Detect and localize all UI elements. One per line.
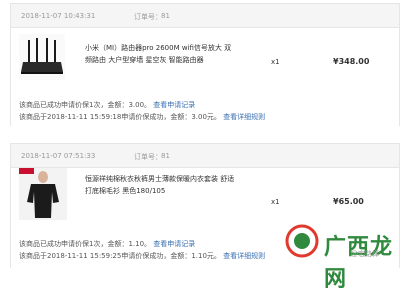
order-number-label: 订单号： bbox=[134, 13, 162, 21]
product-image-router[interactable] bbox=[19, 34, 65, 80]
order-date: 2018-11-07 10:43:31 bbox=[21, 12, 96, 20]
note-text: 该商品已成功申请价保1次，金额：3.00。 bbox=[19, 101, 152, 109]
order-header: 2018-11-07 10:43:31 订单号： 81 bbox=[11, 4, 399, 28]
order-header: 2018-11-07 07:51:33 订单号： 81 bbox=[11, 144, 399, 168]
view-rules-link[interactable]: 查看详细规则 bbox=[223, 113, 265, 121]
note-text: 该商品于2018-11-11 15:59:18申请价保成功，金额：3.00元。 bbox=[19, 113, 221, 121]
price-protect-success-note: 该商品于2018-11-11 15:59:25申请价保成功，金额：1.10元。 … bbox=[19, 251, 265, 261]
order-card: 2018-11-07 10:43:31 订单号： 81 小米（MI）路由器pro… bbox=[10, 3, 400, 127]
quantity: x1 bbox=[271, 198, 280, 206]
price-protect-success-note: 该商品于2018-11-11 15:59:18申请价保成功，金额：3.00元。 … bbox=[19, 112, 265, 122]
price-protect-note: 该商品已成功申请价保1次，金额：1.10。 查看申请记录 bbox=[19, 239, 195, 249]
order-date: 2018-11-07 07:51:33 bbox=[21, 152, 96, 160]
order-number: 81 bbox=[161, 152, 170, 160]
view-records-link[interactable]: 查看申请记录 bbox=[153, 101, 195, 109]
quantity: x1 bbox=[271, 58, 280, 66]
view-records-link[interactable]: 查看申请记录 bbox=[153, 240, 195, 248]
price: ¥348.00 bbox=[333, 57, 370, 66]
note-text: 该商品于2018-11-11 15:59:25申请价保成功，金额：1.10元。 bbox=[19, 252, 221, 260]
view-rules-link[interactable]: 查看详细规则 bbox=[223, 252, 265, 260]
price-protect-note: 该商品已成功申请价保1次，金额：3.00。 查看申请记录 bbox=[19, 100, 195, 110]
watermark-handle: @宏路铎 bbox=[351, 250, 379, 258]
separator bbox=[0, 126, 400, 142]
product-name-link[interactable]: 恒源祥纯棉秋衣秋裤男士薄款保暖内衣套装 舒适打底棉毛衫 黑色180/105 bbox=[85, 173, 235, 197]
watermark-logo-icon bbox=[285, 224, 319, 258]
watermark-text: 广西龙网 bbox=[324, 235, 394, 292]
order-number: 81 bbox=[161, 12, 170, 20]
order-number-label: 订单号： bbox=[134, 153, 162, 161]
watermark: 广西龙网 @宏路铎 bbox=[284, 223, 394, 292]
note-text: 该商品已成功申请价保1次，金额：1.10。 bbox=[19, 240, 152, 248]
product-name-link[interactable]: 小米（MI）路由器pro 2600M wifi信号放大 双频路由 大户型穿墙 星… bbox=[85, 42, 235, 66]
price: ¥65.00 bbox=[333, 197, 364, 206]
product-image-thermal-underwear[interactable] bbox=[19, 168, 67, 220]
